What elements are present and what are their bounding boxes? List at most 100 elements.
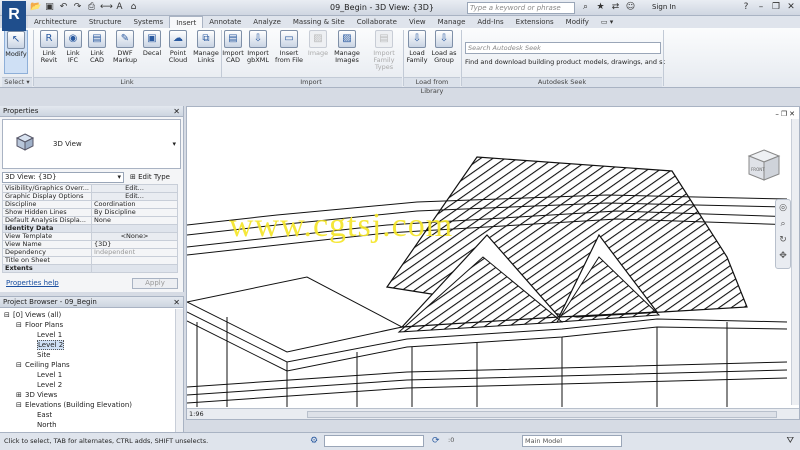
view-scale[interactable]: 1:96 <box>189 410 204 418</box>
text-icon[interactable]: A <box>114 2 125 13</box>
property-row[interactable]: Visibility/Graphics Overr... Edit... <box>2 184 178 193</box>
property-value[interactable]: Coordination <box>91 200 178 209</box>
property-group[interactable]: Extents <box>2 264 178 273</box>
property-value[interactable]: <None> <box>91 232 178 241</box>
link-revit-button[interactable]: R Link Revit <box>38 30 60 74</box>
property-value[interactable]: None <box>91 216 178 225</box>
tree-item[interactable]: ⊟ Ceiling Plans <box>4 360 179 370</box>
tab-extensions[interactable]: Extensions <box>510 16 560 28</box>
3d-view-icon[interactable]: ⌂ <box>128 2 139 13</box>
sync-icon[interactable]: ⟳ <box>432 436 440 446</box>
workset-dropdown[interactable] <box>324 435 424 447</box>
load-family-button[interactable]: ⇩ Load Family <box>406 30 428 74</box>
property-row[interactable]: View Template <None> <box>2 232 178 241</box>
import-family-types-button[interactable]: ▤ Import Family Types <box>366 30 402 74</box>
tree-item[interactable]: Level 1 <box>4 330 179 340</box>
redo-icon[interactable]: ↷ <box>72 2 83 13</box>
tree-item[interactable]: ⊟ [0] Views (all) <box>4 310 179 320</box>
property-row[interactable]: Title on Sheet <box>2 256 178 265</box>
edit-type-button[interactable]: ⊞ Edit Type <box>130 173 170 181</box>
chevron-down-icon[interactable]: ▾ <box>172 140 176 148</box>
tab-massing-site[interactable]: Massing & Site <box>287 16 351 28</box>
property-value[interactable]: {3D} <box>91 240 178 249</box>
tab-[interactable]: ▭ ▾ <box>595 16 619 28</box>
sign-in-link[interactable]: Sign In <box>652 3 676 11</box>
image-button[interactable]: ▨ Image <box>307 30 329 74</box>
tab-structure[interactable]: Structure <box>83 16 128 28</box>
link-cad-button[interactable]: ▤ Link CAD <box>86 30 108 74</box>
undo-icon[interactable]: ↶ <box>58 2 69 13</box>
manage-images-button[interactable]: ▨ Manage Images <box>333 30 361 74</box>
design-option-dropdown[interactable]: Main Model <box>522 435 622 447</box>
browser-scrollbar[interactable] <box>175 309 183 433</box>
orbit-icon[interactable]: ↻ <box>776 232 790 248</box>
property-row[interactable]: Discipline Coordination <box>2 200 178 209</box>
point-cloud-button[interactable]: ☁ Point Cloud <box>167 30 189 74</box>
open-icon[interactable]: 📂 <box>30 2 41 13</box>
tab-analyze[interactable]: Analyze <box>247 16 287 28</box>
property-row[interactable]: Default Analysis Displa... None <box>2 216 178 225</box>
restore-icon[interactable]: ❐ <box>781 110 787 118</box>
tree-item[interactable]: Site <box>4 350 179 360</box>
property-row[interactable]: View Name {3D} <box>2 240 178 249</box>
insert-from-file-button[interactable]: ▭ Insert from File <box>274 30 304 74</box>
tree-item[interactable]: Level 2 <box>4 340 179 350</box>
tab-view[interactable]: View <box>403 16 432 28</box>
seek-search-input[interactable]: Search Autodesk Seek <box>465 42 661 54</box>
tab-manage[interactable]: Manage <box>432 16 472 28</box>
property-value[interactable]: Independent <box>91 248 178 257</box>
tree-toggle-icon[interactable]: ⊞ <box>16 390 25 400</box>
import-cad-button[interactable]: ▤ Import CAD <box>222 30 244 74</box>
dwf-markup-button[interactable]: ✎ DWF Markup <box>113 30 137 74</box>
save-icon[interactable]: ▣ <box>44 2 55 13</box>
zoom-icon[interactable]: ⌕ <box>776 216 790 232</box>
close-icon[interactable]: ✕ <box>789 110 795 118</box>
close-icon[interactable]: ✕ <box>173 106 180 117</box>
type-selector[interactable]: 3D View ▾ <box>2 119 181 169</box>
panel-label-0[interactable]: Select ▾ <box>2 77 32 87</box>
binoculars-icon[interactable]: ⌕ <box>580 2 591 13</box>
tab-insert[interactable]: Insert <box>169 16 204 28</box>
manage-links-button[interactable]: ⧉ Manage Links <box>193 30 219 74</box>
tree-item[interactable]: North <box>4 420 179 430</box>
tree-item[interactable]: Level 1 <box>4 370 179 380</box>
close-icon[interactable]: ✕ <box>173 297 180 308</box>
steering-wheel-icon[interactable]: ◎ <box>776 200 790 216</box>
property-value[interactable]: Edit... <box>91 184 178 193</box>
viewport-vertical-scrollbar[interactable] <box>791 119 799 405</box>
property-row[interactable]: Dependency Independent <box>2 248 178 257</box>
tree-item[interactable]: ⊟ Floor Plans <box>4 320 179 330</box>
workset-icon[interactable]: ⚙ <box>310 436 318 446</box>
help-icon[interactable]: ? <box>739 1 753 14</box>
tab-modify[interactable]: Modify <box>560 16 595 28</box>
tab-collaborate[interactable]: Collaborate <box>351 16 403 28</box>
exchange-icon[interactable]: ⇄ <box>610 2 621 13</box>
viewcube-icon[interactable]: FRONT <box>745 147 783 183</box>
view-instance-dropdown[interactable]: 3D View: {3D} <box>2 171 124 183</box>
import-gbxml-button[interactable]: ⇩ Import gbXML <box>246 30 270 74</box>
property-value[interactable]: Edit... <box>91 192 178 201</box>
tree-item[interactable]: East <box>4 410 179 420</box>
revit-logo-button[interactable]: R <box>2 1 26 31</box>
tree-toggle-icon[interactable]: ⊟ <box>16 360 25 370</box>
property-group[interactable]: Identity Data <box>2 224 178 233</box>
property-row[interactable]: Graphic Display Options Edit... <box>2 192 178 201</box>
minimize-icon[interactable]: – <box>754 1 768 14</box>
load-as-group-button[interactable]: ⇩ Load as Group <box>431 30 457 74</box>
filter-icon[interactable]: ⛛ <box>786 436 794 446</box>
subscription-icon[interactable]: ★ <box>595 2 606 13</box>
tree-toggle-icon[interactable]: ⊟ <box>4 310 13 320</box>
user-icon[interactable]: ☺ <box>625 2 636 13</box>
minimize-icon[interactable]: – <box>775 110 779 118</box>
close-icon[interactable]: ✕ <box>784 1 798 14</box>
properties-help-link[interactable]: Properties help <box>6 279 59 287</box>
property-value[interactable]: By Discipline <box>91 208 178 217</box>
tab-architecture[interactable]: Architecture <box>28 16 83 28</box>
property-value[interactable] <box>91 256 178 265</box>
print-icon[interactable]: ⎙ <box>86 2 97 13</box>
3d-viewport[interactable]: www.cgtsj.com – ❐ ✕ FRONT ◎ ⌕ ↻ ✥ 1:96 <box>186 106 800 420</box>
viewport-horizontal-scrollbar[interactable] <box>307 411 777 418</box>
modify-button[interactable]: ↖ Modify <box>4 30 28 74</box>
pan-icon[interactable]: ✥ <box>776 248 790 264</box>
tab-add-ins[interactable]: Add-Ins <box>471 16 509 28</box>
